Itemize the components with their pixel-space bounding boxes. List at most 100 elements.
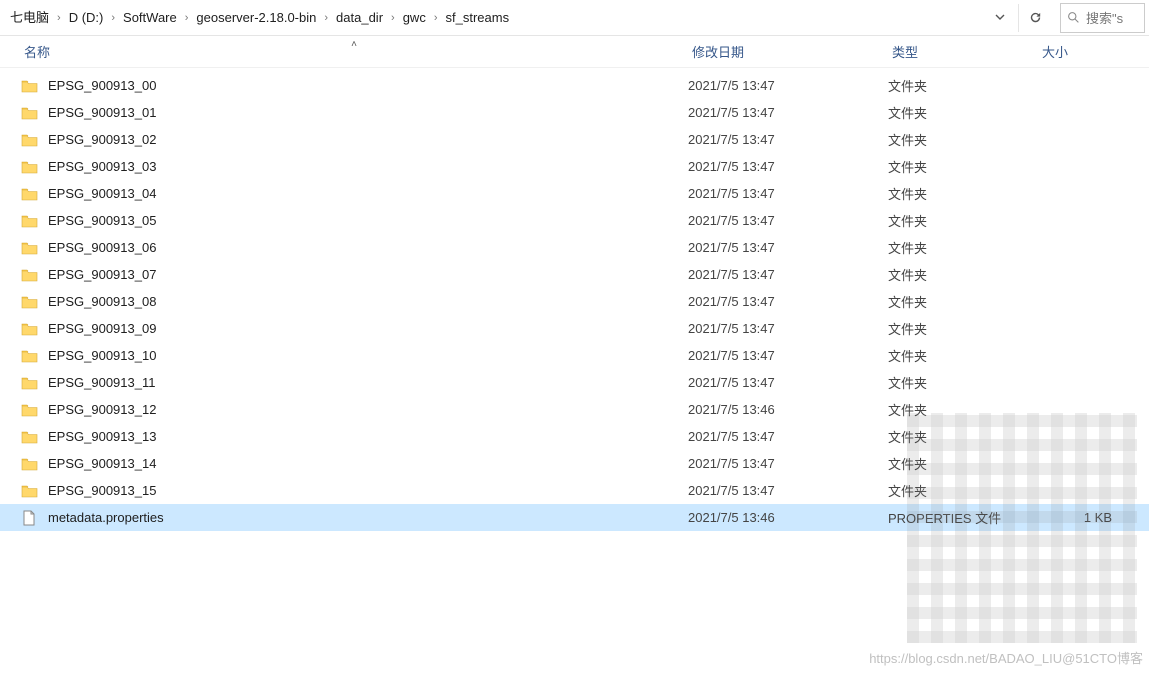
breadcrumb-segment[interactable]: D (D:) [63, 1, 110, 35]
list-item[interactable]: EPSG_900913_042021/7/5 13:47文件夹 [0, 180, 1149, 207]
list-item[interactable]: EPSG_900913_072021/7/5 13:47文件夹 [0, 261, 1149, 288]
column-header-size-label: 大小 [1042, 45, 1068, 60]
item-date: 2021/7/5 13:47 [688, 240, 888, 255]
item-name: EPSG_900913_13 [48, 429, 688, 444]
watermark-text: https://blog.csdn.net/BADAO_LIU@51CTO博客 [869, 648, 1143, 667]
breadcrumb-separator-icon: › [109, 12, 117, 24]
item-type: 文件夹 [888, 130, 1038, 149]
list-item[interactable]: EPSG_900913_132021/7/5 13:47文件夹 [0, 423, 1149, 450]
item-type: 文件夹 [888, 427, 1038, 446]
folder-icon [20, 131, 38, 149]
folder-icon [20, 266, 38, 284]
column-header-type-label: 类型 [892, 45, 918, 60]
list-item[interactable]: EPSG_900913_082021/7/5 13:47文件夹 [0, 288, 1149, 315]
item-type: 文件夹 [888, 76, 1038, 95]
item-name: EPSG_900913_05 [48, 213, 688, 228]
refresh-button[interactable] [1018, 4, 1052, 32]
folder-icon [20, 320, 38, 338]
folder-icon [20, 158, 38, 176]
item-type: 文件夹 [888, 157, 1038, 176]
item-type: 文件夹 [888, 238, 1038, 257]
folder-icon [20, 374, 38, 392]
column-headers: ˄ 名称 修改日期 类型 大小 [0, 36, 1149, 68]
item-name: EPSG_900913_14 [48, 456, 688, 471]
item-name: EPSG_900913_01 [48, 105, 688, 120]
breadcrumb-separator-icon: › [389, 12, 397, 24]
breadcrumb-separator-icon: › [322, 12, 330, 24]
list-item[interactable]: EPSG_900913_152021/7/5 13:47文件夹 [0, 477, 1149, 504]
item-date: 2021/7/5 13:47 [688, 321, 888, 336]
item-type: 文件夹 [888, 103, 1038, 122]
folder-icon [20, 428, 38, 446]
breadcrumb-segment[interactable]: gwc [397, 1, 432, 35]
item-type: 文件夹 [888, 265, 1038, 284]
list-item[interactable]: EPSG_900913_102021/7/5 13:47文件夹 [0, 342, 1149, 369]
breadcrumb-separator-icon: › [432, 12, 440, 24]
item-name: EPSG_900913_07 [48, 267, 688, 282]
item-name: metadata.properties [48, 510, 688, 525]
list-item[interactable]: EPSG_900913_012021/7/5 13:47文件夹 [0, 99, 1149, 126]
item-name: EPSG_900913_06 [48, 240, 688, 255]
breadcrumb-segment[interactable]: SoftWare [117, 1, 183, 35]
item-name: EPSG_900913_08 [48, 294, 688, 309]
item-name: EPSG_900913_11 [48, 375, 688, 390]
list-item[interactable]: EPSG_900913_062021/7/5 13:47文件夹 [0, 234, 1149, 261]
list-item[interactable]: EPSG_900913_122021/7/5 13:46文件夹 [0, 396, 1149, 423]
item-type: 文件夹 [888, 400, 1038, 419]
item-type: 文件夹 [888, 319, 1038, 338]
breadcrumb-segment[interactable]: sf_streams [440, 1, 516, 35]
item-name: EPSG_900913_12 [48, 402, 688, 417]
column-header-name[interactable]: ˄ 名称 [20, 42, 688, 61]
item-date: 2021/7/5 13:47 [688, 294, 888, 309]
folder-icon [20, 77, 38, 95]
item-date: 2021/7/5 13:47 [688, 429, 888, 444]
item-type: 文件夹 [888, 481, 1038, 500]
list-item[interactable]: EPSG_900913_052021/7/5 13:47文件夹 [0, 207, 1149, 234]
list-item[interactable]: EPSG_900913_002021/7/5 13:47文件夹 [0, 72, 1149, 99]
breadcrumb[interactable]: 七电脑›D (D:)›SoftWare›geoserver-2.18.0-bin… [4, 0, 986, 35]
breadcrumb-segment[interactable]: geoserver-2.18.0-bin [190, 1, 322, 35]
search-placeholder: 搜索"s [1086, 8, 1123, 27]
item-date: 2021/7/5 13:47 [688, 159, 888, 174]
folder-icon [20, 482, 38, 500]
list-item[interactable]: EPSG_900913_032021/7/5 13:47文件夹 [0, 153, 1149, 180]
item-type: PROPERTIES 文件 [888, 508, 1038, 527]
list-item[interactable]: EPSG_900913_112021/7/5 13:47文件夹 [0, 369, 1149, 396]
item-date: 2021/7/5 13:47 [688, 348, 888, 363]
column-header-date[interactable]: 修改日期 [688, 42, 888, 61]
item-name: EPSG_900913_00 [48, 78, 688, 93]
item-date: 2021/7/5 13:47 [688, 483, 888, 498]
search-icon [1067, 11, 1080, 24]
column-header-type[interactable]: 类型 [888, 42, 1038, 61]
address-toolbar: 七电脑›D (D:)›SoftWare›geoserver-2.18.0-bin… [0, 0, 1149, 36]
item-size: 1 KB [1038, 510, 1118, 525]
list-item[interactable]: EPSG_900913_022021/7/5 13:47文件夹 [0, 126, 1149, 153]
item-date: 2021/7/5 13:47 [688, 186, 888, 201]
item-name: EPSG_900913_02 [48, 132, 688, 147]
item-date: 2021/7/5 13:47 [688, 78, 888, 93]
search-input[interactable]: 搜索"s [1060, 3, 1145, 33]
list-item[interactable]: EPSG_900913_142021/7/5 13:47文件夹 [0, 450, 1149, 477]
folder-icon [20, 293, 38, 311]
item-date: 2021/7/5 13:46 [688, 402, 888, 417]
breadcrumb-separator-icon: › [55, 12, 63, 24]
list-item[interactable]: metadata.properties2021/7/5 13:46PROPERT… [0, 504, 1149, 531]
breadcrumb-segment[interactable]: data_dir [330, 1, 389, 35]
list-item[interactable]: EPSG_900913_092021/7/5 13:47文件夹 [0, 315, 1149, 342]
item-name: EPSG_900913_10 [48, 348, 688, 363]
breadcrumb-dropdown[interactable] [986, 10, 1014, 26]
item-date: 2021/7/5 13:47 [688, 105, 888, 120]
item-name: EPSG_900913_03 [48, 159, 688, 174]
item-name: EPSG_900913_09 [48, 321, 688, 336]
column-header-size[interactable]: 大小 [1038, 42, 1118, 61]
item-name: EPSG_900913_15 [48, 483, 688, 498]
item-name: EPSG_900913_04 [48, 186, 688, 201]
breadcrumb-segment[interactable]: 七电脑 [4, 1, 55, 35]
column-header-name-label: 名称 [24, 45, 50, 60]
item-date: 2021/7/5 13:47 [688, 213, 888, 228]
folder-icon [20, 185, 38, 203]
item-date: 2021/7/5 13:46 [688, 510, 888, 525]
folder-icon [20, 347, 38, 365]
item-date: 2021/7/5 13:47 [688, 375, 888, 390]
column-header-date-label: 修改日期 [692, 45, 744, 60]
